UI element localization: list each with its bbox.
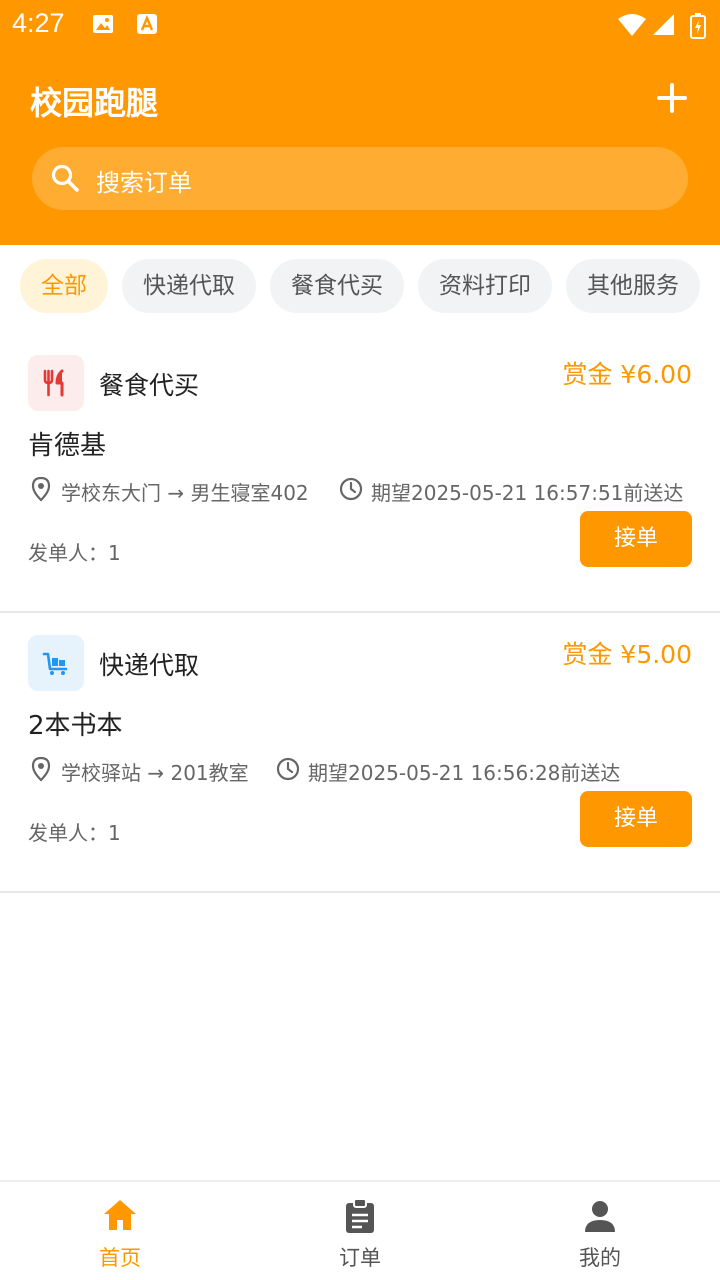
order-title: 肯德基 (28, 431, 107, 461)
category-chip-print[interactable]: 资料打印 (418, 259, 552, 313)
search-placeholder: 搜索订单 (96, 169, 192, 197)
category-chip-food[interactable]: 餐食代买 (270, 259, 404, 313)
image-notification-icon (93, 15, 113, 33)
fork-knife-icon (43, 369, 64, 397)
nav-item-profile[interactable]: 我的 (480, 1182, 720, 1280)
text-notification-icon (137, 14, 157, 34)
category-chip-all[interactable]: 全部 (20, 259, 108, 313)
order-expected-time: 期望2025-05-21 16:56:28前送达 (275, 755, 620, 785)
order-route-text: 学校东大门 → 男生寝室402 (61, 481, 309, 505)
title-row: 校园跑腿 (30, 72, 690, 124)
order-category: 餐食代买 (99, 371, 200, 400)
category-chip-other[interactable]: 其他服务 (566, 259, 700, 313)
order-sender: 发单人：1 (28, 821, 121, 845)
status-time: 4:27 (12, 8, 65, 38)
nav-item-orders[interactable]: 订单 (240, 1182, 480, 1280)
nav-label-profile: 我的 (579, 1246, 621, 1270)
clock-icon (276, 757, 300, 781)
app-header: 4:27 校园跑腿 搜索订单 (0, 0, 720, 245)
accept-order-button[interactable]: 接单 (580, 511, 692, 567)
order-expected-text: 期望2025-05-21 16:56:28前送达 (308, 761, 621, 785)
order-card[interactable]: 快递代取 赏金 ¥5.00 2本书本 学校驿站 → 201教室 期望2025-0… (0, 613, 720, 893)
signal-icon (653, 14, 674, 35)
location-pin-icon (31, 756, 51, 782)
nav-item-home[interactable]: 首页 (0, 1182, 240, 1280)
clipboard-icon (346, 1198, 374, 1233)
order-expected-text: 期望2025-05-21 16:57:51前送达 (371, 481, 684, 505)
person-icon (585, 1201, 615, 1232)
order-card[interactable]: 餐食代买 赏金 ¥6.00 肯德基 学校东大门 → 男生寝室402 期望2025… (0, 333, 720, 613)
order-category: 快递代取 (99, 651, 200, 680)
order-reward: 赏金 ¥5.00 (562, 640, 692, 669)
home-icon (104, 1200, 136, 1230)
page-title: 校园跑腿 (30, 84, 159, 122)
category-icon-badge (28, 355, 84, 411)
location-pin-icon (31, 476, 51, 502)
nav-label-home: 首页 (99, 1246, 141, 1270)
order-reward: 赏金 ¥6.00 (562, 360, 692, 389)
order-sender: 发单人：1 (28, 541, 121, 565)
cart-icon (42, 652, 68, 675)
add-icon[interactable] (654, 80, 690, 116)
order-route-text: 学校驿站 → 201教室 (61, 761, 249, 785)
order-title: 2本书本 (28, 711, 123, 741)
clock-icon (339, 477, 363, 501)
category-chip-express[interactable]: 快递代取 (122, 259, 256, 313)
order-expected-time: 期望2025-05-21 16:57:51前送达 (338, 475, 683, 505)
nav-label-orders: 订单 (339, 1246, 381, 1270)
bottom-navigation: 首页 订单 我的 (0, 1180, 720, 1280)
search-icon (51, 164, 79, 192)
category-filter-bar: 全部 快递代取 餐食代买 资料打印 其他服务 (20, 259, 720, 313)
accept-order-button[interactable]: 接单 (580, 791, 692, 847)
order-route: 学校驿站 → 201教室 (28, 755, 268, 785)
battery-icon (690, 13, 706, 39)
wifi-icon (618, 14, 646, 36)
order-route: 学校东大门 → 男生寝室402 (28, 475, 328, 505)
category-icon-badge (28, 635, 84, 691)
search-input[interactable]: 搜索订单 (32, 147, 688, 210)
status-bar: 4:27 (0, 0, 720, 50)
